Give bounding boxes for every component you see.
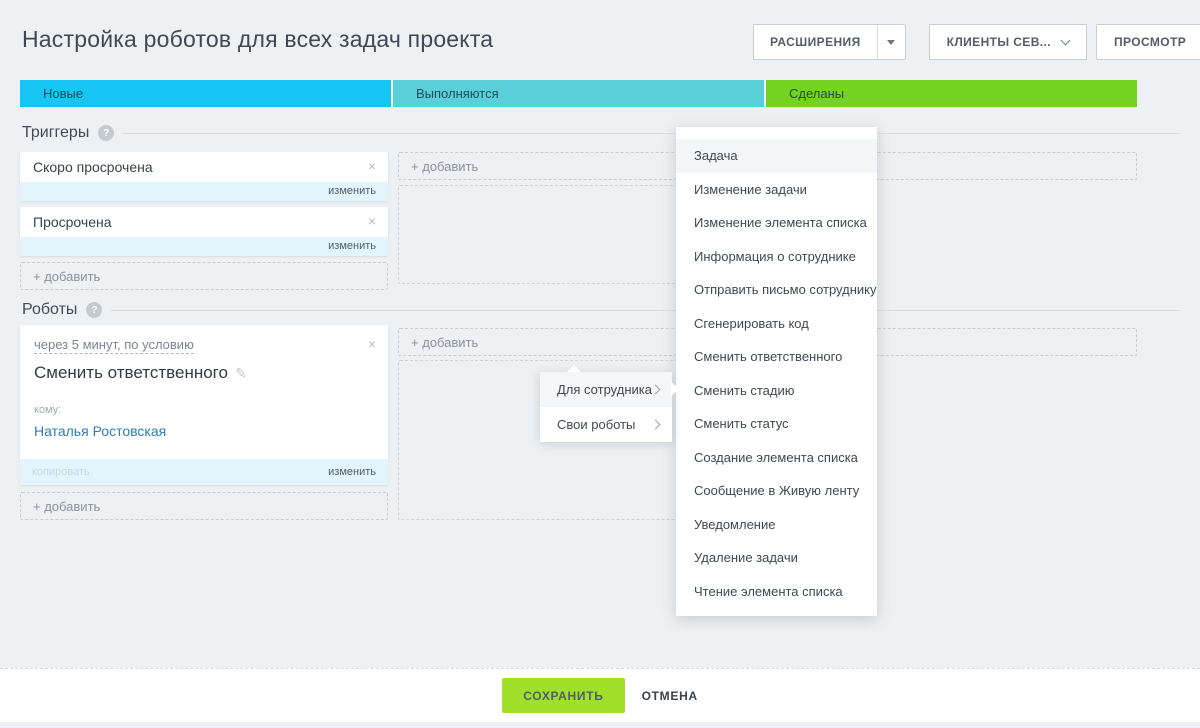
robot-menu-item[interactable]: Чтение элемента списка bbox=[676, 575, 877, 609]
extensions-button[interactable]: РАСШИРЕНИЯ bbox=[753, 24, 906, 60]
triggers-section-title: Триггеры bbox=[22, 124, 89, 142]
robot-menu-item-label: Изменение задачи bbox=[694, 182, 807, 197]
clients-button-label: КЛИЕНТЫ СЕВ... bbox=[947, 35, 1051, 49]
robot-menu-item[interactable]: Сменить статус bbox=[676, 407, 877, 441]
category-menu-item-label: Для сотрудника bbox=[557, 382, 652, 397]
robot-menu-item-label: Сменить ответственного bbox=[694, 349, 842, 364]
stage-tab-label: Новые bbox=[43, 86, 83, 101]
category-menu-item-label: Свои роботы bbox=[557, 417, 635, 432]
robot-menu-item-label: Сгенерировать код bbox=[694, 316, 809, 331]
section-divider bbox=[123, 133, 1180, 134]
chevron-down-icon bbox=[1061, 36, 1071, 46]
robot-menu-item-label: Отправить письмо сотруднику bbox=[694, 282, 876, 297]
add-label: + добавить bbox=[33, 499, 100, 514]
edit-link[interactable]: изменить bbox=[328, 466, 376, 478]
triggers-section-header: Триггеры ? bbox=[22, 123, 1180, 143]
triggers-column-new: Скоро просрочена × изменить Просрочена ×… bbox=[20, 152, 388, 290]
robot-condition-link[interactable]: через 5 минут, по условию bbox=[34, 337, 194, 354]
robots-section-header: Роботы ? bbox=[22, 300, 1180, 320]
chevron-right-icon bbox=[651, 385, 661, 395]
robot-menu-item[interactable]: Изменение элемента списка bbox=[676, 206, 877, 240]
robot-menu-item-label: Чтение элемента списка bbox=[694, 584, 843, 599]
robot-menu-item-label: Уведомление bbox=[694, 517, 775, 532]
footer-bar: СОХРАНИТЬ ОТМЕНА bbox=[0, 668, 1200, 722]
robot-category-menu: Для сотрудника Свои роботы bbox=[540, 372, 672, 442]
copy-link[interactable]: копировать bbox=[32, 466, 90, 478]
stage-tab[interactable]: Новые bbox=[20, 80, 391, 107]
robot-menu-item-label: Создание элемента списка bbox=[694, 450, 858, 465]
robot-menu-item-label: Задача bbox=[694, 148, 738, 163]
robot-menu-item[interactable]: Изменение задачи bbox=[676, 173, 877, 207]
add-trigger-button[interactable]: + добавить bbox=[20, 262, 388, 290]
trigger-card-title: Просрочена bbox=[33, 214, 112, 230]
robot-menu-item[interactable]: Отправить письмо сотруднику bbox=[676, 273, 877, 307]
stage-tab[interactable]: Выполняются bbox=[393, 80, 764, 107]
robot-menu-item[interactable]: Сменить ответственного bbox=[676, 340, 877, 374]
stage-bar: Новые Выполняются Сделаны bbox=[20, 80, 1137, 107]
cancel-button[interactable]: ОТМЕНА bbox=[642, 689, 698, 703]
edit-link[interactable]: изменить bbox=[328, 240, 376, 252]
category-menu-item[interactable]: Свои роботы bbox=[540, 407, 672, 442]
add-robot-button[interactable]: + добавить bbox=[20, 492, 388, 520]
stage-tab[interactable]: Сделаны bbox=[766, 80, 1137, 107]
extensions-button-label: РАСШИРЕНИЯ bbox=[754, 35, 877, 49]
caret-down-icon bbox=[887, 40, 895, 45]
preview-button[interactable]: ПРОСМОТР bbox=[1096, 24, 1200, 60]
robot-menu-item-label: Сменить статус bbox=[694, 416, 789, 431]
page-title: Настройка роботов для всех задач проекта bbox=[22, 26, 493, 53]
trigger-card-list: Скоро просрочена × изменить Просрочена ×… bbox=[20, 152, 388, 256]
close-icon[interactable]: × bbox=[368, 337, 376, 351]
save-button[interactable]: СОХРАНИТЬ bbox=[502, 678, 624, 713]
chevron-right-icon bbox=[651, 420, 661, 430]
trigger-card-title: Скоро просрочена bbox=[33, 159, 153, 175]
help-icon[interactable]: ? bbox=[86, 302, 102, 318]
robot-type-menu: Задача Изменение задачи Изменение элемен… bbox=[676, 127, 877, 616]
robot-menu-item[interactable]: Информация о сотруднике bbox=[676, 240, 877, 274]
trigger-card[interactable]: Просрочена × изменить bbox=[20, 207, 388, 256]
robots-section-title: Роботы bbox=[22, 301, 77, 319]
close-icon[interactable]: × bbox=[368, 159, 376, 173]
section-divider bbox=[111, 310, 1180, 311]
robot-menu-item[interactable]: Создание элемента списка bbox=[676, 441, 877, 475]
extensions-dropdown-toggle[interactable] bbox=[878, 25, 905, 59]
clients-button[interactable]: КЛИЕНТЫ СЕВ... bbox=[929, 24, 1087, 60]
robots-column-new: через 5 минут, по условию × Сменить отве… bbox=[20, 325, 388, 520]
robot-card[interactable]: через 5 минут, по условию × Сменить отве… bbox=[20, 325, 388, 485]
robot-menu-item[interactable]: Сменить стадию bbox=[676, 374, 877, 408]
robot-menu-item[interactable]: Сгенерировать код bbox=[676, 307, 877, 341]
robot-menu-item-label: Удаление задачи bbox=[694, 550, 798, 565]
robot-menu-item-label: Информация о сотруднике bbox=[694, 249, 856, 264]
preview-button-label: ПРОСМОТР bbox=[1114, 35, 1186, 49]
robot-menu-item-label: Сменить стадию bbox=[694, 383, 794, 398]
robot-menu-item-label: Изменение элемента списка bbox=[694, 215, 867, 230]
stage-tab-label: Сделаны bbox=[789, 86, 844, 101]
robot-assignee-link[interactable]: Наталья Ростовская bbox=[34, 423, 374, 439]
add-label: + добавить bbox=[33, 269, 100, 284]
pencil-icon[interactable]: ✎ bbox=[235, 365, 247, 382]
trigger-card[interactable]: Скоро просрочена × изменить bbox=[20, 152, 388, 201]
robot-to-label: кому: bbox=[34, 404, 374, 416]
robot-menu-item[interactable]: Удаление задачи bbox=[676, 541, 877, 575]
robot-menu-item[interactable]: Задача bbox=[676, 139, 877, 173]
help-icon[interactable]: ? bbox=[98, 125, 114, 141]
add-label: + добавить bbox=[411, 159, 478, 174]
category-menu-item[interactable]: Для сотрудника bbox=[540, 372, 672, 407]
robot-card-title: Сменить ответственного bbox=[34, 363, 228, 383]
edit-link[interactable]: изменить bbox=[328, 185, 376, 197]
stage-tab-label: Выполняются bbox=[416, 86, 499, 101]
robot-menu-item[interactable]: Сообщение в Живую ленту bbox=[676, 474, 877, 508]
close-icon[interactable]: × bbox=[368, 214, 376, 228]
add-label: + добавить bbox=[411, 335, 478, 350]
robot-menu-item-label: Сообщение в Живую ленту bbox=[694, 483, 859, 498]
robot-menu-item[interactable]: Уведомление bbox=[676, 508, 877, 542]
header-buttons: РАСШИРЕНИЯ КЛИЕНТЫ СЕВ... ПРОСМОТР bbox=[753, 24, 1200, 60]
